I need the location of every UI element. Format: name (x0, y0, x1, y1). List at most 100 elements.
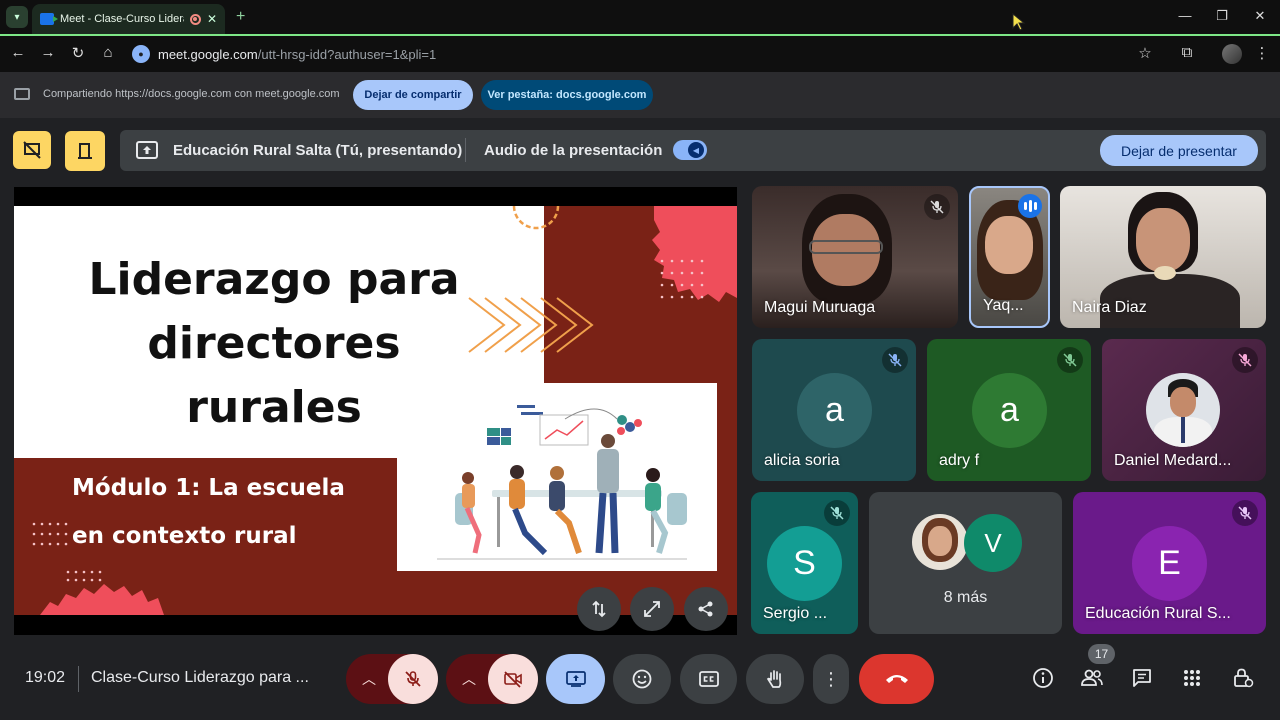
address-bar[interactable]: ● meet.google.com/utt-hrsg-idd?authuser=… (132, 41, 992, 67)
participant-tile[interactable]: a adry f (927, 339, 1091, 481)
presenting-bar: Educación Rural Salta (Tú, presentando) … (120, 130, 1266, 171)
share-button[interactable] (684, 587, 728, 631)
participant-name: adry f (939, 452, 980, 469)
door-exit-icon (78, 143, 92, 159)
chat-icon (1133, 669, 1151, 687)
new-tab-button[interactable]: + (236, 8, 245, 26)
participant-avatar: S (767, 526, 842, 601)
mic-off-icon (405, 671, 421, 687)
close-window-button[interactable]: ✕ (1250, 8, 1270, 24)
participant-tile-speaking[interactable]: Yaq... (969, 186, 1050, 328)
slide-module-line1: Módulo 1: La escuela (72, 475, 345, 501)
more-vert-icon: ⋮ (822, 668, 840, 689)
slide-module-line2: en contexto rural (72, 523, 297, 549)
reactions-button[interactable] (613, 654, 671, 704)
participant-tile[interactable]: Magui Muruaga (752, 186, 958, 328)
audio-label: Audio de la presentación (484, 142, 663, 159)
mic-off-icon (824, 500, 850, 526)
back-arrow-icon[interactable]: ← (8, 44, 28, 61)
participant-video-face (1136, 208, 1190, 272)
audio-toggle[interactable]: ◀ (673, 140, 707, 160)
stop-sharing-button[interactable]: Dejar de compartir (353, 80, 473, 110)
participant-name: Educación Rural S... (1085, 605, 1231, 622)
participant-name: Daniel Medard... (1114, 452, 1232, 469)
closed-captions-icon (698, 671, 719, 687)
leave-call-button[interactable] (859, 654, 934, 704)
mic-toggle-button[interactable] (388, 654, 438, 704)
bookmark-star-icon[interactable]: ☆ (1135, 44, 1155, 62)
participant-avatar: a (972, 373, 1047, 448)
tab-close-icon[interactable]: ✕ (207, 12, 217, 26)
extensions-puzzle-icon[interactable]: ⧉ (1177, 44, 1197, 61)
participant-name: alicia soria (764, 452, 840, 469)
slide-title-line1: Liderazgo para (88, 254, 460, 305)
swap-layout-button[interactable] (577, 587, 621, 631)
info-icon (1033, 668, 1053, 688)
more-options-button[interactable]: ⋮ (813, 654, 849, 704)
share-icon (698, 601, 713, 617)
captions-button[interactable] (680, 654, 737, 704)
people-icon (1081, 669, 1103, 686)
participant-avatar: a (797, 373, 872, 448)
participant-tile[interactable]: S Sergio ... (751, 492, 858, 634)
view-tab-button[interactable]: Ver pestaña: docs.google.com (481, 80, 653, 110)
more-participants-tile[interactable]: V 8 más (869, 492, 1062, 634)
team-meeting-illustration (437, 405, 687, 560)
mic-off-icon (1232, 500, 1258, 526)
site-mic-icon[interactable]: ● (132, 45, 150, 63)
participant-tile[interactable]: a alicia soria (752, 339, 916, 481)
share-message: Compartiendo https://docs.google.com con… (43, 88, 340, 100)
meeting-details-button[interactable] (1030, 665, 1056, 691)
activities-button[interactable] (1179, 665, 1205, 691)
presentation-off-icon (23, 141, 41, 159)
participant-count-badge: 17 (1088, 644, 1115, 664)
browser-toolbar: ← → ↻ ⌂ ● meet.google.com/utt-hrsg-idd?a… (0, 36, 1280, 72)
participant-tile[interactable]: Naira Diaz (1060, 186, 1266, 328)
mic-options-chevron-icon[interactable]: ︿ (362, 669, 376, 689)
speaking-indicator-icon (1018, 194, 1042, 218)
recording-indicator-icon (189, 13, 201, 25)
speaker-icon: ◀ (688, 142, 704, 158)
lock-person-icon (1234, 668, 1254, 688)
expand-icon (644, 601, 660, 617)
url-host: meet.google.com (158, 46, 258, 62)
present-screen-icon (565, 671, 586, 687)
raise-hand-button[interactable] (746, 654, 804, 704)
minimize-button[interactable]: — (1175, 8, 1195, 23)
participant-name: Sergio ... (763, 605, 828, 622)
divider (78, 666, 79, 692)
more-vert-icon[interactable]: ⋮ (1252, 44, 1272, 62)
meet-area: Educación Rural Salta (Tú, presentando) … (0, 118, 1280, 720)
maximize-button[interactable]: ❐ (1212, 8, 1232, 24)
home-icon[interactable]: ⌂ (98, 44, 118, 61)
stop-presenting-button[interactable]: Dejar de presentar (1100, 135, 1258, 166)
camera-options-chevron-icon[interactable]: ︿ (462, 669, 476, 689)
participant-avatar: E (1132, 526, 1207, 601)
mic-off-icon (1057, 347, 1083, 373)
raise-hand-icon (766, 670, 782, 688)
people-button[interactable] (1079, 665, 1105, 691)
hide-self-view-button[interactable] (13, 131, 51, 169)
participant-tile[interactable]: E Educación Rural S... (1073, 492, 1266, 634)
chat-button[interactable] (1129, 665, 1155, 691)
slide-title-line2: directores (147, 318, 401, 369)
camera-control-group: ︿ (446, 654, 538, 704)
participant-tile[interactable]: Daniel Medard... (1102, 339, 1266, 481)
reload-icon[interactable]: ↻ (68, 44, 88, 62)
participant-avatar: V (964, 514, 1022, 572)
mate-cup-shape (1154, 266, 1176, 280)
tab-search-chevron-icon[interactable]: ▾ (6, 6, 28, 28)
present-button[interactable] (546, 654, 605, 704)
fullscreen-button[interactable] (630, 587, 674, 631)
host-controls-button[interactable] (1230, 665, 1256, 691)
camera-toggle-button[interactable] (488, 654, 538, 704)
slide: Liderazgo para directores rurales Módulo… (14, 206, 737, 615)
meeting-title: Clase-Curso Liderazgo para ... (91, 669, 309, 686)
participant-name: Magui Muruaga (764, 299, 876, 316)
tab-title: Meet - Clase-Curso Liderazgo (60, 13, 184, 25)
profile-avatar[interactable] (1222, 44, 1242, 64)
forward-arrow-icon[interactable]: → (38, 44, 58, 61)
pin-layout-button[interactable] (65, 131, 105, 171)
participant-video-face (985, 216, 1033, 274)
tab-meet[interactable]: Meet - Clase-Curso Liderazgo ✕ (32, 4, 225, 34)
